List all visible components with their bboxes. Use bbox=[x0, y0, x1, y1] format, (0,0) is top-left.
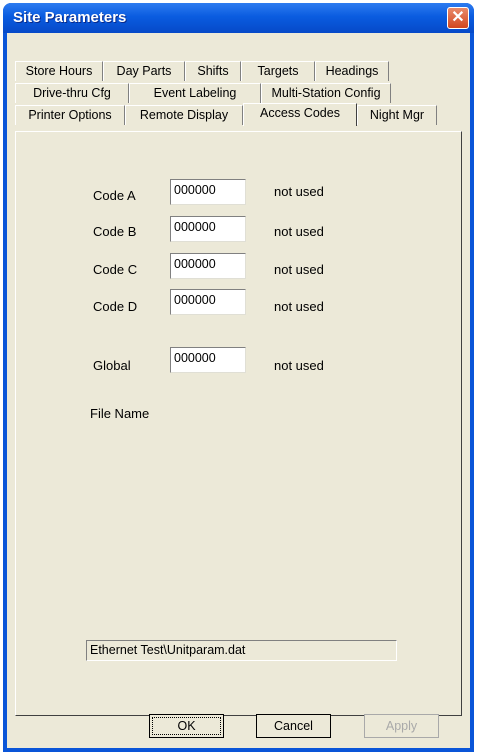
code-c-field[interactable] bbox=[170, 253, 246, 279]
code-a-label: Code A bbox=[93, 188, 136, 203]
tab-store-hours[interactable]: Store Hours bbox=[15, 61, 103, 81]
tab-targets[interactable]: Targets bbox=[241, 61, 315, 81]
global-code-status: not used bbox=[274, 358, 324, 373]
window-title: Site Parameters bbox=[13, 9, 127, 26]
code-c-label: Code C bbox=[93, 262, 138, 277]
tab-day-parts[interactable]: Day Parts bbox=[103, 61, 185, 81]
site-parameters-dialog: Site Parameters ✕ Store Hours Day Parts … bbox=[3, 3, 474, 752]
code-b-input[interactable] bbox=[174, 218, 242, 236]
tab-remote-display[interactable]: Remote Display bbox=[125, 105, 243, 125]
code-d-input[interactable] bbox=[174, 291, 242, 309]
code-c-input[interactable] bbox=[174, 255, 242, 273]
dialog-client-area: Store Hours Day Parts Shifts Targets Hea… bbox=[7, 33, 470, 748]
file-name-label: File Name bbox=[90, 406, 150, 421]
tab-night-mgr[interactable]: Night Mgr bbox=[357, 105, 437, 125]
cancel-button[interactable]: Cancel bbox=[256, 714, 331, 738]
title-bar[interactable]: Site Parameters ✕ bbox=[3, 3, 474, 33]
code-a-status: not used bbox=[274, 184, 324, 199]
global-code-label: Global bbox=[93, 358, 131, 373]
tab-access-codes[interactable]: Access Codes bbox=[243, 103, 357, 126]
tab-printer-options[interactable]: Printer Options bbox=[15, 105, 125, 125]
ok-button[interactable]: OK bbox=[149, 714, 224, 738]
tab-event-labeling[interactable]: Event Labeling bbox=[129, 83, 261, 103]
code-c-status: not used bbox=[274, 262, 324, 277]
code-d-field[interactable] bbox=[170, 289, 246, 315]
tab-drive-thru-cfg[interactable]: Drive-thru Cfg bbox=[15, 83, 129, 103]
code-b-label: Code B bbox=[93, 224, 137, 239]
tab-shifts[interactable]: Shifts bbox=[185, 61, 241, 81]
code-b-field[interactable] bbox=[170, 216, 246, 242]
code-a-field[interactable] bbox=[170, 179, 246, 205]
code-d-label: Code D bbox=[93, 299, 138, 314]
global-code-input[interactable] bbox=[174, 349, 242, 367]
global-code-field[interactable] bbox=[170, 347, 246, 373]
tab-multi-station-config[interactable]: Multi-Station Config bbox=[261, 83, 391, 103]
code-b-status: not used bbox=[274, 224, 324, 239]
close-button[interactable]: ✕ bbox=[447, 7, 469, 29]
apply-button[interactable]: Apply bbox=[364, 714, 439, 738]
tab-headings[interactable]: Headings bbox=[315, 61, 389, 81]
code-a-input[interactable] bbox=[174, 181, 242, 199]
file-name-field: Ethernet Test\Unitparam.dat bbox=[86, 640, 397, 661]
code-d-status: not used bbox=[274, 299, 324, 314]
